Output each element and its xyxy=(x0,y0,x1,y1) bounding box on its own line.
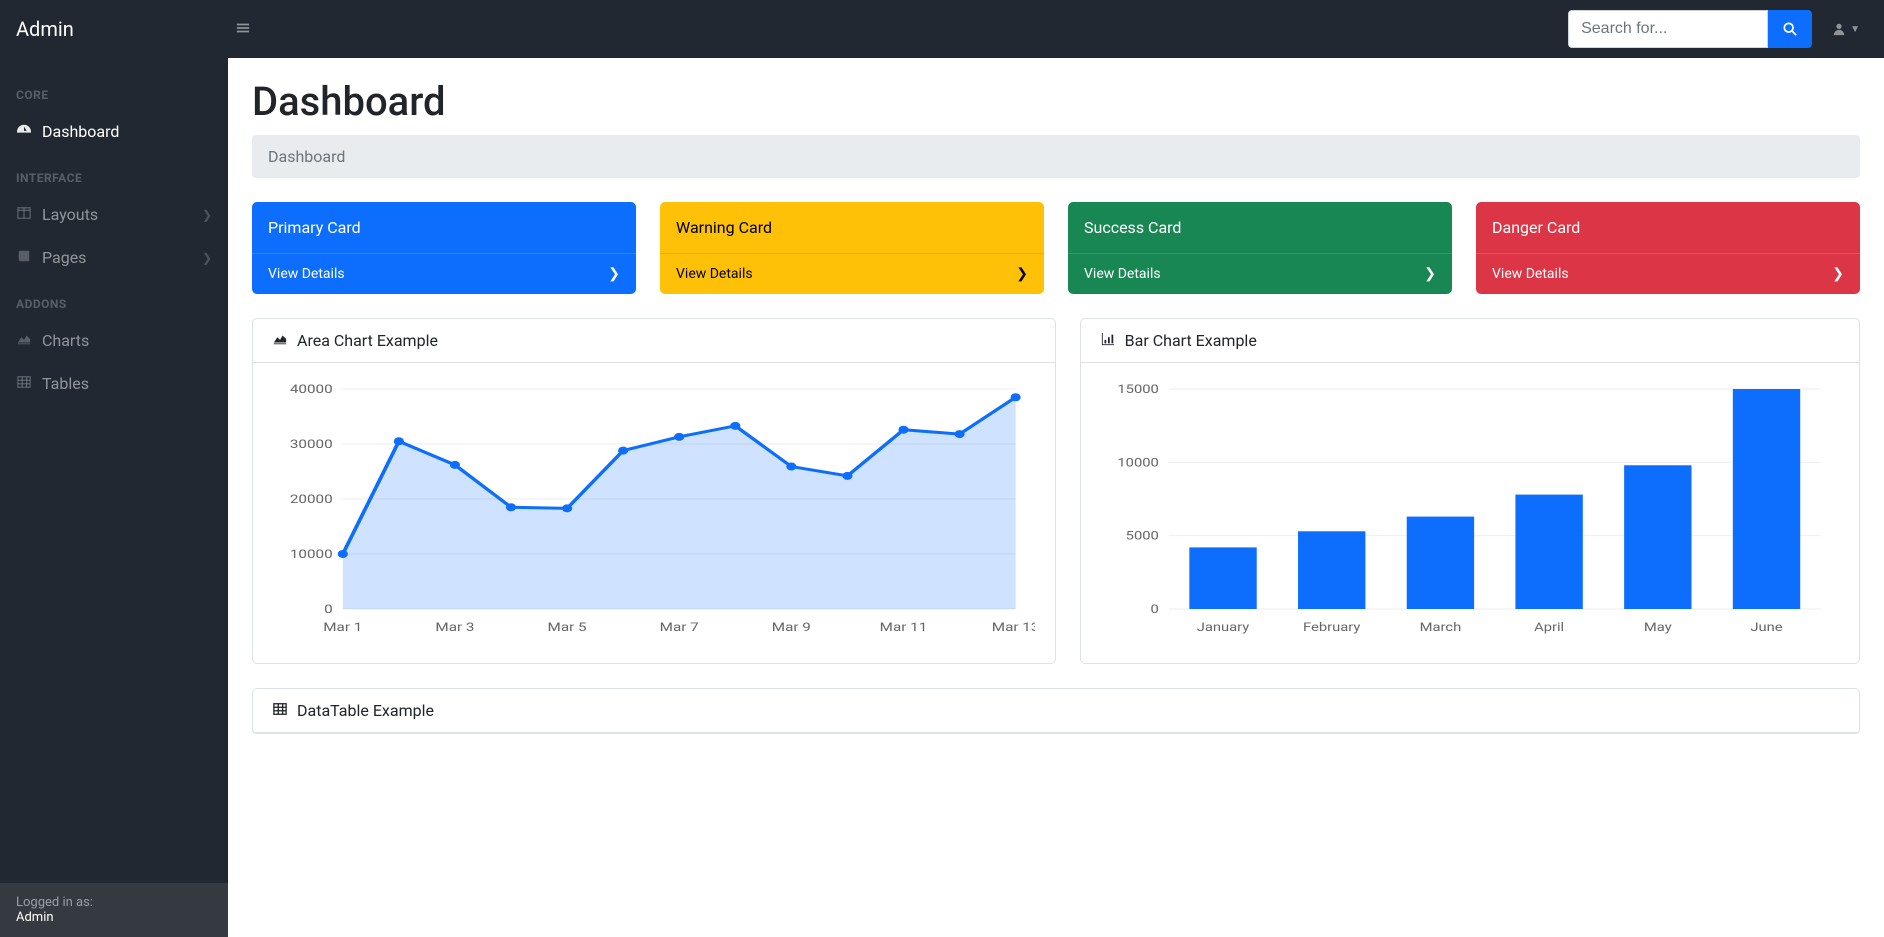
svg-text:Mar 13: Mar 13 xyxy=(992,620,1035,634)
user-dropdown[interactable]: ▼ xyxy=(1824,14,1868,44)
sidebar-item-label: Tables xyxy=(42,374,89,393)
card-link-text: View Details xyxy=(268,266,345,282)
caret-down-icon: ▼ xyxy=(1850,24,1860,35)
chevron-right-icon: ❯ xyxy=(1424,266,1436,282)
card-warning: Warning Card View Details ❯ xyxy=(660,202,1044,294)
chart-area-icon xyxy=(16,331,32,350)
sidebar-item-label: Dashboard xyxy=(42,122,119,141)
brand[interactable]: Admin xyxy=(16,17,228,41)
svg-text:5000: 5000 xyxy=(1125,530,1158,543)
svg-text:June: June xyxy=(1750,621,1782,634)
panel-title: Bar Chart Example xyxy=(1125,331,1257,350)
card-success-link[interactable]: View Details ❯ xyxy=(1068,253,1452,294)
card-title: Warning Card xyxy=(660,202,1044,253)
area-chart: 0 10000 20000 30000 40000 Mar 1 Mar 3 Mar 5 Mar … xyxy=(273,379,1035,639)
panel-datatable: DataTable Example xyxy=(252,688,1860,734)
panel-bar-chart: Bar Chart Example 0 5000 10000 15000 January… xyxy=(1080,318,1860,664)
chevron-right-icon: ❯ xyxy=(1832,266,1844,282)
svg-text:Mar 5: Mar 5 xyxy=(548,620,587,634)
sidebar-heading-interface: INTERFACE xyxy=(0,153,228,193)
card-success: Success Card View Details ❯ xyxy=(1068,202,1452,294)
svg-text:Mar 9: Mar 9 xyxy=(772,620,811,634)
sidebar-item-label: Layouts xyxy=(42,205,98,224)
chart-area-icon xyxy=(273,331,287,350)
book-icon xyxy=(16,248,32,267)
search-button[interactable] xyxy=(1768,10,1812,48)
table-icon xyxy=(16,374,32,393)
sidebar-item-charts[interactable]: Charts xyxy=(0,319,228,362)
svg-text:Mar 11: Mar 11 xyxy=(880,620,928,634)
sidebar-item-tables[interactable]: Tables xyxy=(0,362,228,405)
svg-text:March: March xyxy=(1419,621,1461,634)
logged-in-user: Admin xyxy=(16,910,212,925)
sidebar-heading-core: CORE xyxy=(0,70,228,110)
card-warning-link[interactable]: View Details ❯ xyxy=(660,253,1044,294)
card-primary-link[interactable]: View Details ❯ xyxy=(252,253,636,294)
sidebar-footer: Logged in as: Admin xyxy=(0,883,228,937)
chevron-right-icon: ❯ xyxy=(202,251,212,265)
svg-text:30000: 30000 xyxy=(290,437,333,451)
search-icon xyxy=(1783,22,1797,36)
sidebar-item-dashboard[interactable]: Dashboard xyxy=(0,110,228,153)
card-danger-link[interactable]: View Details ❯ xyxy=(1476,253,1860,294)
bars-icon xyxy=(236,21,250,35)
user-icon xyxy=(1832,22,1846,36)
chevron-right-icon: ❯ xyxy=(1016,266,1028,282)
panel-title: Area Chart Example xyxy=(297,331,438,350)
sidebar-toggle[interactable] xyxy=(228,11,258,48)
svg-text:Mar 1: Mar 1 xyxy=(323,620,362,634)
svg-text:40000: 40000 xyxy=(290,382,333,396)
bar-chart: 0 5000 10000 15000 January February March April… xyxy=(1101,379,1839,639)
svg-text:10000: 10000 xyxy=(290,547,333,561)
panel-title: DataTable Example xyxy=(297,701,434,720)
tachometer-icon xyxy=(16,122,32,141)
panel-area-chart: Area Chart Example 0 10000 20000 30000 40000… xyxy=(252,318,1056,664)
card-primary: Primary Card View Details ❯ xyxy=(252,202,636,294)
topbar: Admin ▼ xyxy=(0,0,1884,58)
svg-text:April: April xyxy=(1534,621,1564,634)
sidebar-heading-addons: ADDONS xyxy=(0,279,228,319)
svg-text:15000: 15000 xyxy=(1117,383,1158,396)
svg-text:January: January xyxy=(1196,621,1249,634)
svg-text:0: 0 xyxy=(1150,603,1158,616)
sidebar-item-pages[interactable]: Pages ❯ xyxy=(0,236,228,279)
chevron-right-icon: ❯ xyxy=(608,266,620,282)
chevron-right-icon: ❯ xyxy=(202,208,212,222)
sidebar-item-label: Charts xyxy=(42,331,89,350)
card-link-text: View Details xyxy=(1084,266,1161,282)
main-content: Dashboard Dashboard Primary Card View De… xyxy=(228,58,1884,937)
breadcrumb: Dashboard xyxy=(252,135,1860,178)
svg-text:0: 0 xyxy=(324,602,333,616)
svg-text:20000: 20000 xyxy=(290,492,333,506)
table-icon xyxy=(273,701,287,720)
svg-text:February: February xyxy=(1303,621,1361,634)
columns-icon xyxy=(16,205,32,224)
chart-bar-icon xyxy=(1101,331,1115,350)
card-link-text: View Details xyxy=(676,266,753,282)
svg-text:Mar 7: Mar 7 xyxy=(660,620,699,634)
stat-cards-row: Primary Card View Details ❯ Warning Card… xyxy=(252,202,1860,294)
svg-text:Mar 3: Mar 3 xyxy=(435,620,474,634)
card-danger: Danger Card View Details ❯ xyxy=(1476,202,1860,294)
logged-in-label: Logged in as: xyxy=(16,895,212,910)
sidebar-item-label: Pages xyxy=(42,248,86,267)
sidebar: CORE Dashboard INTERFACE Layouts ❯ Page xyxy=(0,58,228,937)
card-title: Danger Card xyxy=(1476,202,1860,253)
search-group xyxy=(1568,10,1812,48)
charts-row: Area Chart Example 0 10000 20000 30000 40000… xyxy=(252,318,1860,664)
page-title: Dashboard xyxy=(252,78,1860,125)
card-title: Primary Card xyxy=(252,202,636,253)
svg-text:10000: 10000 xyxy=(1117,457,1158,470)
svg-text:May: May xyxy=(1644,621,1672,634)
sidebar-item-layouts[interactable]: Layouts ❯ xyxy=(0,193,228,236)
search-input[interactable] xyxy=(1568,10,1768,48)
card-link-text: View Details xyxy=(1492,266,1569,282)
card-title: Success Card xyxy=(1068,202,1452,253)
